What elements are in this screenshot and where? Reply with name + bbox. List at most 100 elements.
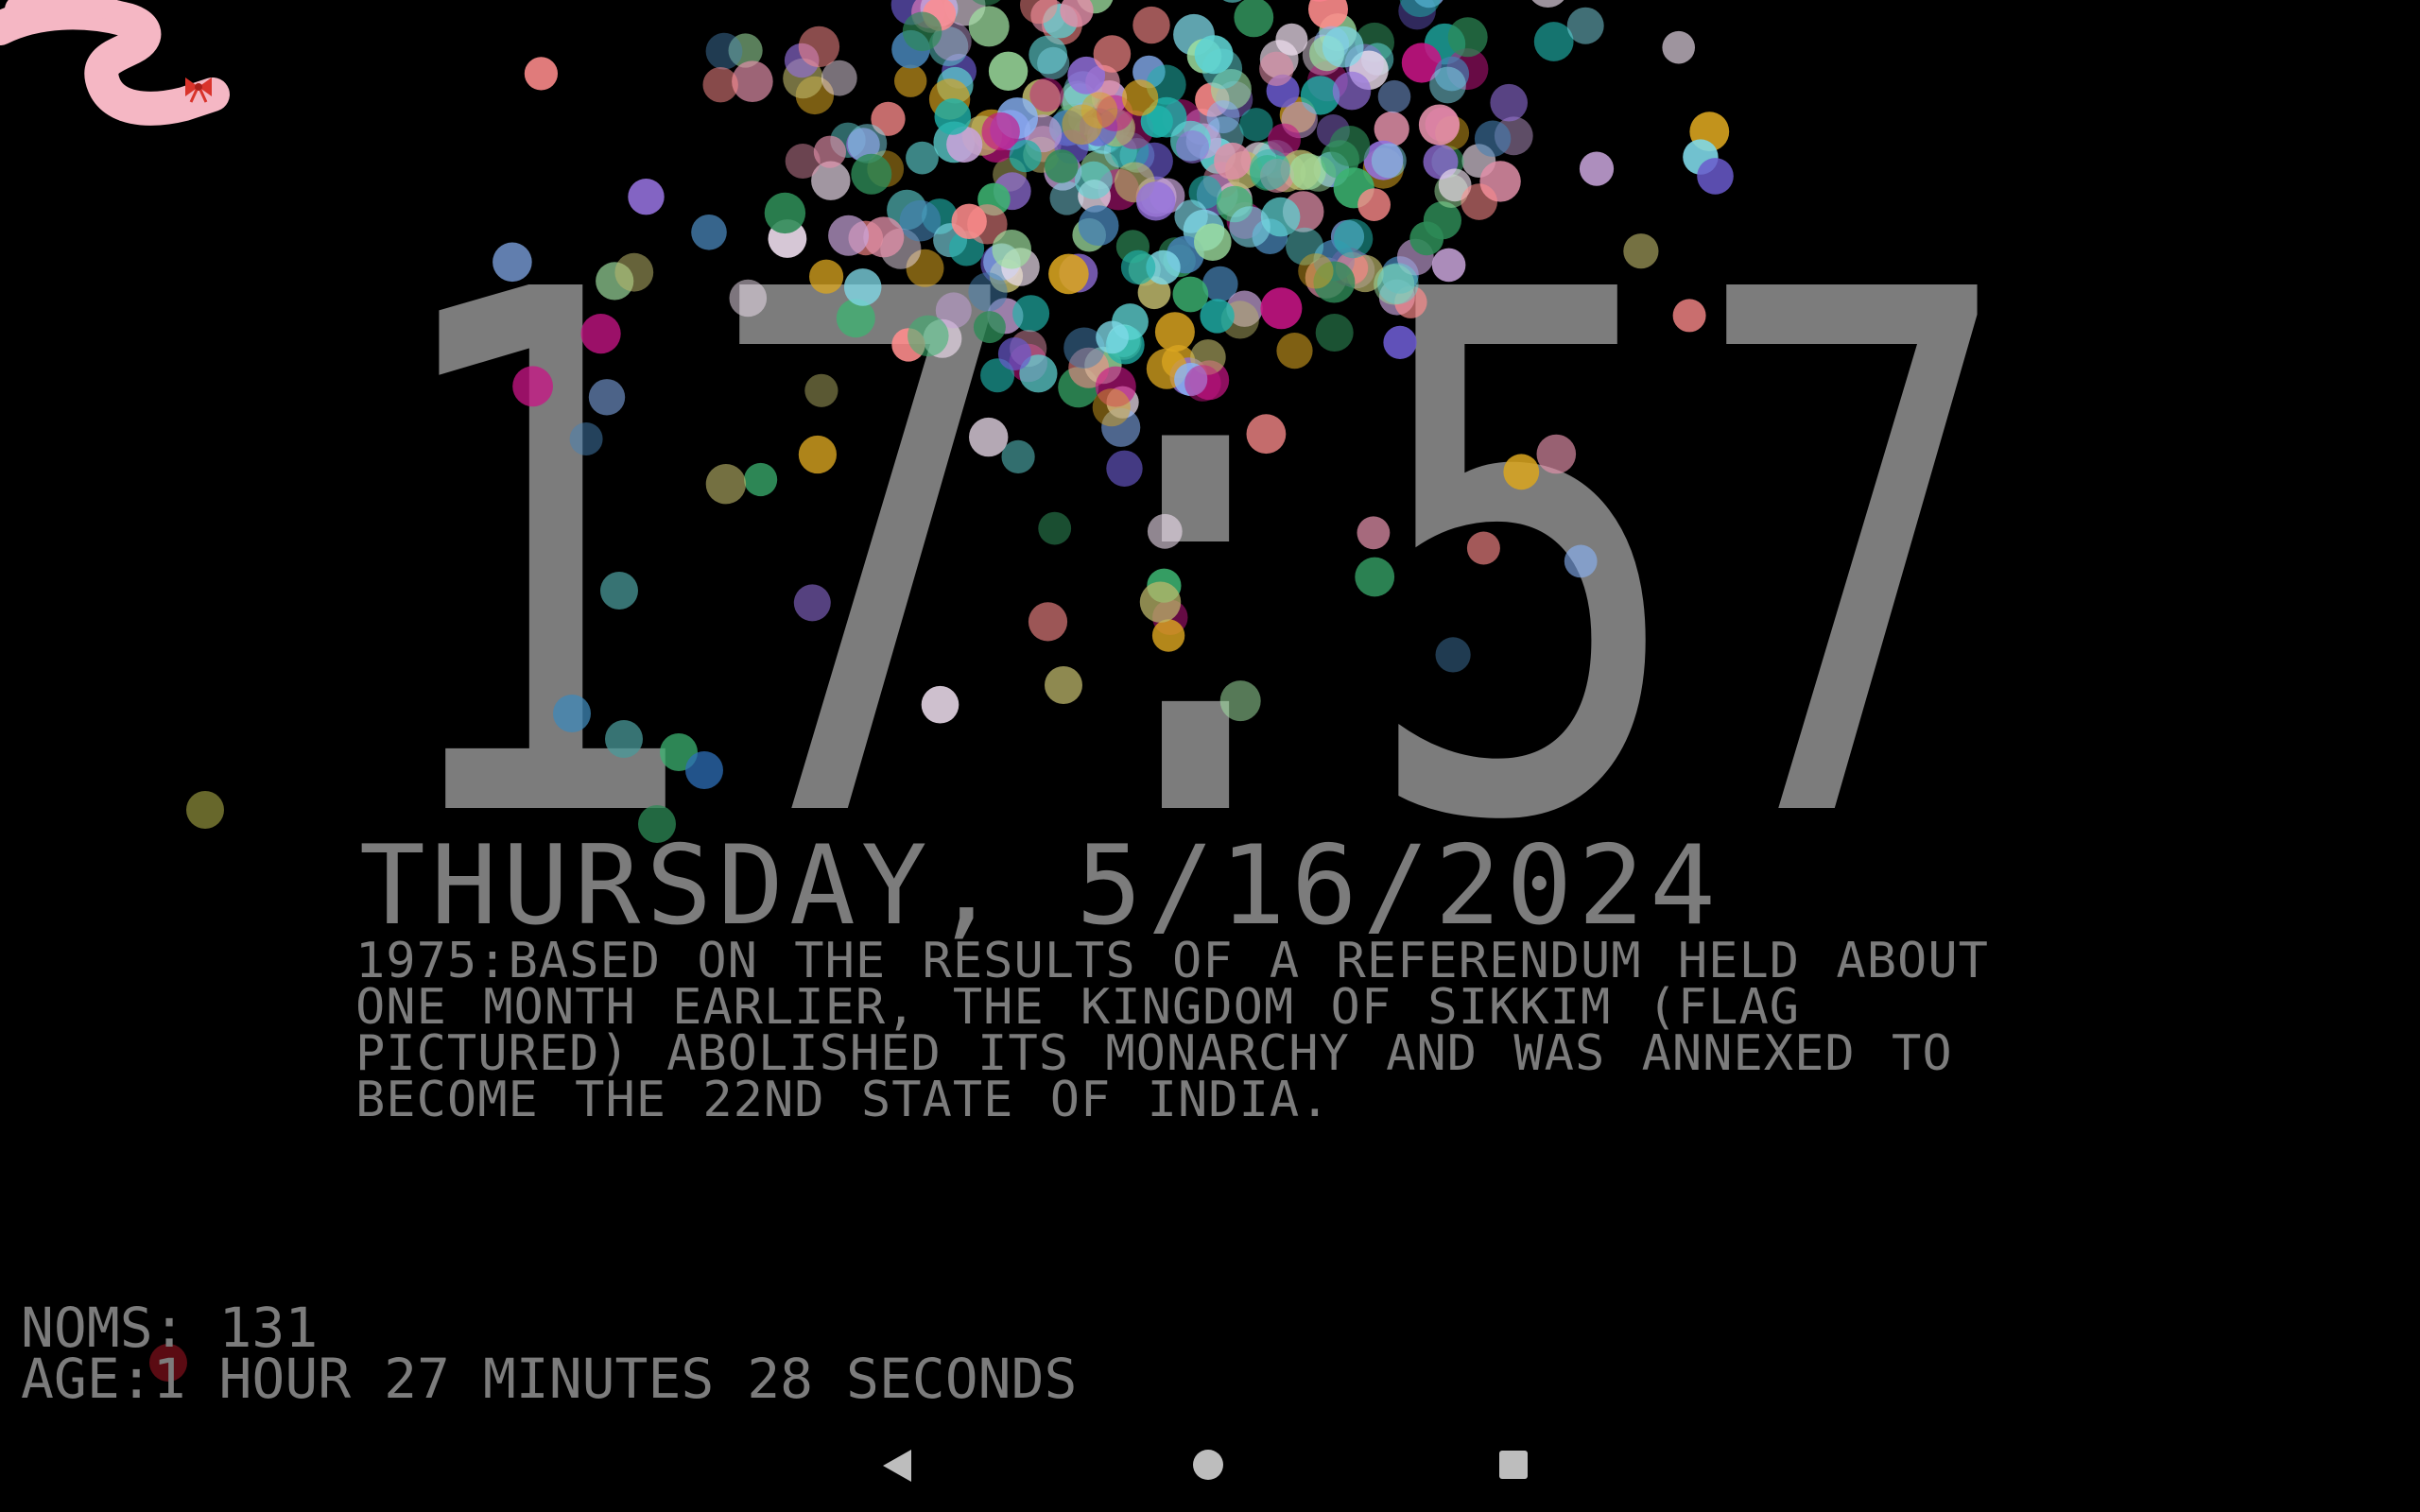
particle (1446, 48, 1489, 91)
particle (795, 76, 835, 115)
particle (1321, 140, 1359, 180)
particle (1623, 233, 1659, 269)
particle (1009, 140, 1042, 173)
particle (961, 115, 1003, 156)
particle (1239, 108, 1273, 142)
particle (1091, 80, 1128, 116)
particle (728, 33, 763, 68)
particle (732, 60, 773, 102)
particle (1196, 174, 1238, 215)
particle (1120, 249, 1156, 284)
particle (1077, 0, 1114, 14)
particle (992, 229, 1031, 269)
particle (1185, 123, 1222, 159)
particle (1414, 0, 1443, 9)
particle (993, 157, 1027, 192)
particle (1256, 140, 1296, 179)
particle (848, 220, 884, 256)
particle (1167, 235, 1204, 274)
particle (1183, 209, 1225, 251)
particle (1080, 92, 1118, 129)
home-circle-icon[interactable] (1193, 1450, 1223, 1480)
pet-creature[interactable] (0, 0, 246, 161)
particle (980, 244, 1021, 284)
particle (1363, 140, 1404, 180)
particle (1136, 181, 1176, 221)
recents-square-icon[interactable] (1499, 1451, 1528, 1479)
particle (1531, 0, 1564, 8)
back-triangle-icon[interactable] (883, 1450, 911, 1482)
particle (1115, 230, 1150, 264)
particle (1447, 17, 1488, 58)
on-this-day-fact: 1975:BASED ON THE RESULTS OF A REFERENDU… (355, 933, 1989, 1128)
particle (1226, 201, 1264, 239)
particle (1360, 43, 1394, 76)
clock-time: 17:57 (373, 284, 2018, 832)
particle (996, 97, 1038, 139)
particle (1037, 46, 1070, 79)
particle (1173, 13, 1215, 56)
particle (1697, 158, 1734, 195)
particle (764, 192, 806, 234)
particle (1330, 219, 1365, 253)
particle (1042, 4, 1082, 45)
particle (871, 101, 906, 136)
particle (1115, 110, 1154, 149)
particle (1103, 134, 1137, 168)
particle (1201, 48, 1243, 90)
particle (1423, 144, 1459, 180)
particle (1186, 39, 1222, 74)
particle (1431, 248, 1466, 283)
particle (911, 0, 945, 28)
particle (1435, 115, 1470, 150)
particle (1438, 168, 1472, 202)
particle (1316, 114, 1350, 147)
particle (977, 126, 1015, 163)
particle (1396, 238, 1434, 276)
particle (942, 53, 977, 89)
particle (783, 58, 823, 99)
particle (1028, 35, 1068, 75)
particle (821, 60, 857, 96)
particle (1332, 71, 1372, 111)
particle (1302, 34, 1343, 76)
particle (902, 11, 942, 52)
particle (768, 219, 807, 258)
particle (785, 144, 821, 179)
particle (977, 182, 1011, 216)
particle (1281, 101, 1318, 139)
particle (934, 98, 972, 135)
particle (1078, 180, 1111, 213)
particle (1474, 120, 1512, 157)
particle (1307, 60, 1348, 102)
particle (1249, 148, 1290, 190)
particle (1083, 114, 1124, 155)
particle (1329, 248, 1369, 286)
particle (1140, 181, 1173, 215)
particle (1461, 144, 1496, 179)
particle (1174, 199, 1208, 233)
particle (1114, 162, 1155, 203)
particle (1176, 130, 1209, 163)
particle (887, 189, 927, 231)
particle (1060, 0, 1094, 27)
particle (1200, 137, 1236, 174)
particle (1409, 221, 1444, 256)
particle (1158, 237, 1192, 271)
particle (1029, 77, 1064, 112)
particle (811, 161, 851, 200)
particle (932, 22, 972, 61)
particle (890, 0, 932, 26)
particle (493, 242, 532, 283)
noms-count: NOMS: 131 (21, 1296, 319, 1360)
particle (702, 67, 738, 103)
particle (1374, 111, 1409, 147)
particle (1357, 188, 1391, 222)
particle (1217, 181, 1253, 217)
particle (1111, 131, 1150, 171)
particle (1195, 82, 1230, 117)
particle (928, 78, 971, 120)
particle (1434, 56, 1470, 92)
particle (1313, 26, 1350, 61)
particle (1202, 162, 1240, 198)
